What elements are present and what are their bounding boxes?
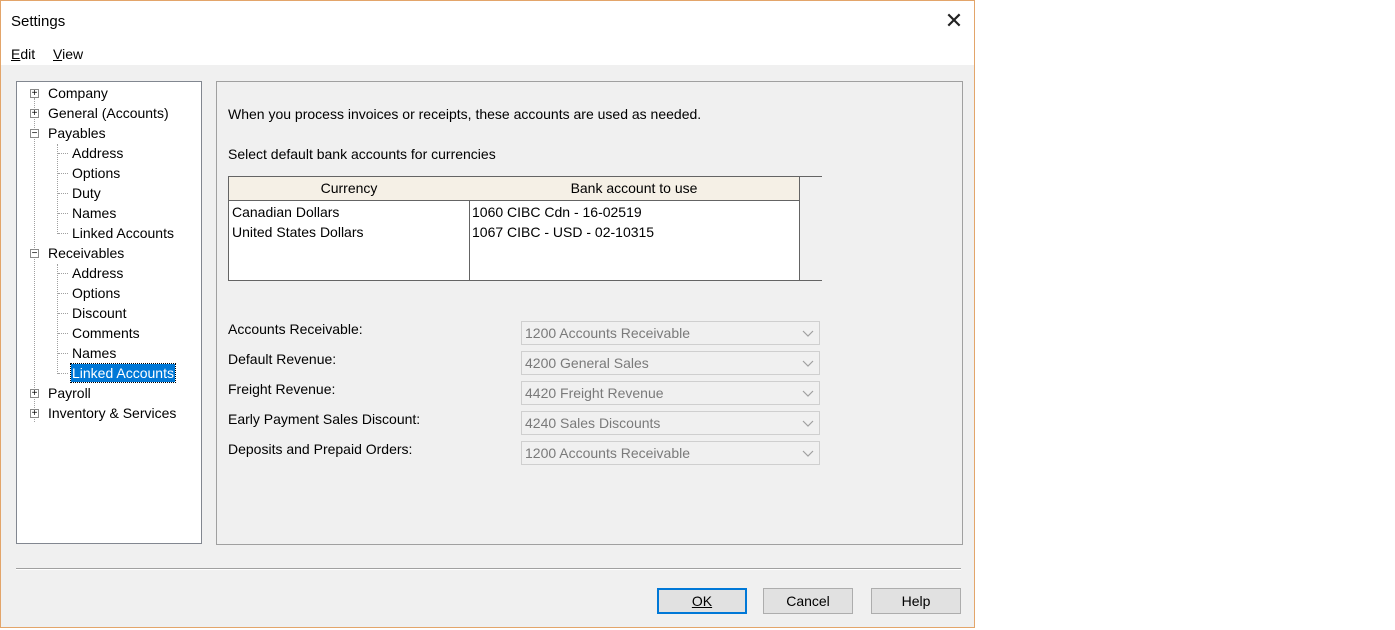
bank-prompt-text: Select default bank accounts for currenc…: [228, 146, 496, 162]
tree-item-company[interactable]: Company: [48, 83, 108, 103]
grid-cell-bank-account[interactable]: 1067 CIBC - USD - 02-10315: [472, 224, 654, 240]
menu-edit[interactable]: Edit: [11, 46, 35, 62]
tree-item-payables-duty[interactable]: Duty: [72, 183, 101, 203]
freight-revenue-select[interactable]: 4420 Freight Revenue: [521, 381, 820, 405]
expand-icon[interactable]: +: [30, 109, 39, 119]
tree-item-receivables[interactable]: Receivables: [48, 243, 124, 263]
default-revenue-value: 4200 General Sales: [525, 355, 649, 371]
early-payment-discount-select[interactable]: 4240 Sales Discounts: [521, 411, 820, 435]
accounts-receivable-label: Accounts Receivable:: [228, 321, 363, 337]
default-revenue-label: Default Revenue:: [228, 351, 337, 367]
menu-view[interactable]: View: [53, 46, 83, 62]
freight-revenue-value: 4420 Freight Revenue: [525, 385, 664, 401]
chevron-down-icon: [802, 390, 814, 397]
tree-item-receivables-address[interactable]: Address: [72, 263, 123, 283]
menu-bar: Edit View: [1, 41, 974, 65]
expand-icon[interactable]: +: [30, 409, 39, 419]
tree-item-payables-names[interactable]: Names: [72, 203, 116, 223]
tree-item-payables[interactable]: Payables: [48, 123, 106, 143]
grid-cell-bank-account[interactable]: 1060 CIBC Cdn - 16-02519: [472, 204, 642, 220]
tree-item-general-accounts[interactable]: General (Accounts): [48, 103, 169, 123]
accounts-receivable-select[interactable]: 1200 Accounts Receivable: [521, 321, 820, 345]
tree-item-receivables-linked-accounts[interactable]: Linked Accounts: [70, 363, 176, 383]
intro-text: When you process invoices or receipts, t…: [228, 106, 702, 122]
tree-item-receivables-comments[interactable]: Comments: [72, 323, 140, 343]
title-bar: Settings ✕: [1, 1, 974, 41]
button-separator: [16, 568, 961, 570]
freight-revenue-label: Freight Revenue:: [228, 381, 336, 397]
deposits-prepaid-select[interactable]: 1200 Accounts Receivable: [521, 441, 820, 465]
expand-icon[interactable]: +: [30, 89, 39, 99]
tree-item-payables-options[interactable]: Options: [72, 163, 120, 183]
grid-header-bank-account: Bank account to use: [469, 177, 800, 201]
tree-item-receivables-discount[interactable]: Discount: [72, 303, 126, 323]
chevron-down-icon: [802, 450, 814, 457]
ok-button[interactable]: OK: [657, 588, 747, 614]
tree-item-payables-linked-accounts[interactable]: Linked Accounts: [72, 223, 174, 243]
grid-cell-currency[interactable]: Canadian Dollars: [232, 204, 339, 220]
settings-tree[interactable]: + Company + General (Accounts) − Payable…: [16, 81, 202, 544]
grid-header-currency: Currency: [229, 177, 470, 201]
window-title: Settings: [11, 13, 66, 30]
accounts-receivable-value: 1200 Accounts Receivable: [525, 325, 690, 341]
tree-item-inventory-services[interactable]: Inventory & Services: [48, 403, 176, 423]
collapse-icon[interactable]: −: [30, 129, 39, 139]
tree-item-receivables-options[interactable]: Options: [72, 283, 120, 303]
chevron-down-icon: [802, 330, 814, 337]
expand-icon[interactable]: +: [30, 389, 39, 399]
deposits-prepaid-label: Deposits and Prepaid Orders:: [228, 441, 413, 457]
collapse-icon[interactable]: −: [30, 249, 39, 259]
ok-button-label: OK: [691, 593, 713, 609]
tree-item-receivables-names[interactable]: Names: [72, 343, 116, 363]
close-icon[interactable]: ✕: [936, 6, 972, 36]
grid-scrollbar[interactable]: [799, 177, 822, 280]
cancel-button[interactable]: Cancel: [763, 588, 853, 614]
settings-window: Settings ✕ Edit View + Company + General…: [0, 0, 975, 628]
help-button[interactable]: Help: [871, 588, 961, 614]
chevron-down-icon: [802, 360, 814, 367]
early-payment-discount-value: 4240 Sales Discounts: [525, 415, 661, 431]
deposits-prepaid-value: 1200 Accounts Receivable: [525, 445, 690, 461]
currency-bank-grid[interactable]: Currency Bank account to use Canadian Do…: [228, 176, 822, 281]
early-payment-discount-label: Early Payment Sales Discount:: [228, 411, 421, 427]
default-revenue-select[interactable]: 4200 General Sales: [521, 351, 820, 375]
tree-item-payroll[interactable]: Payroll: [48, 383, 91, 403]
tree-item-payables-address[interactable]: Address: [72, 143, 123, 163]
grid-cell-currency[interactable]: United States Dollars: [232, 224, 364, 240]
chevron-down-icon: [802, 420, 814, 427]
